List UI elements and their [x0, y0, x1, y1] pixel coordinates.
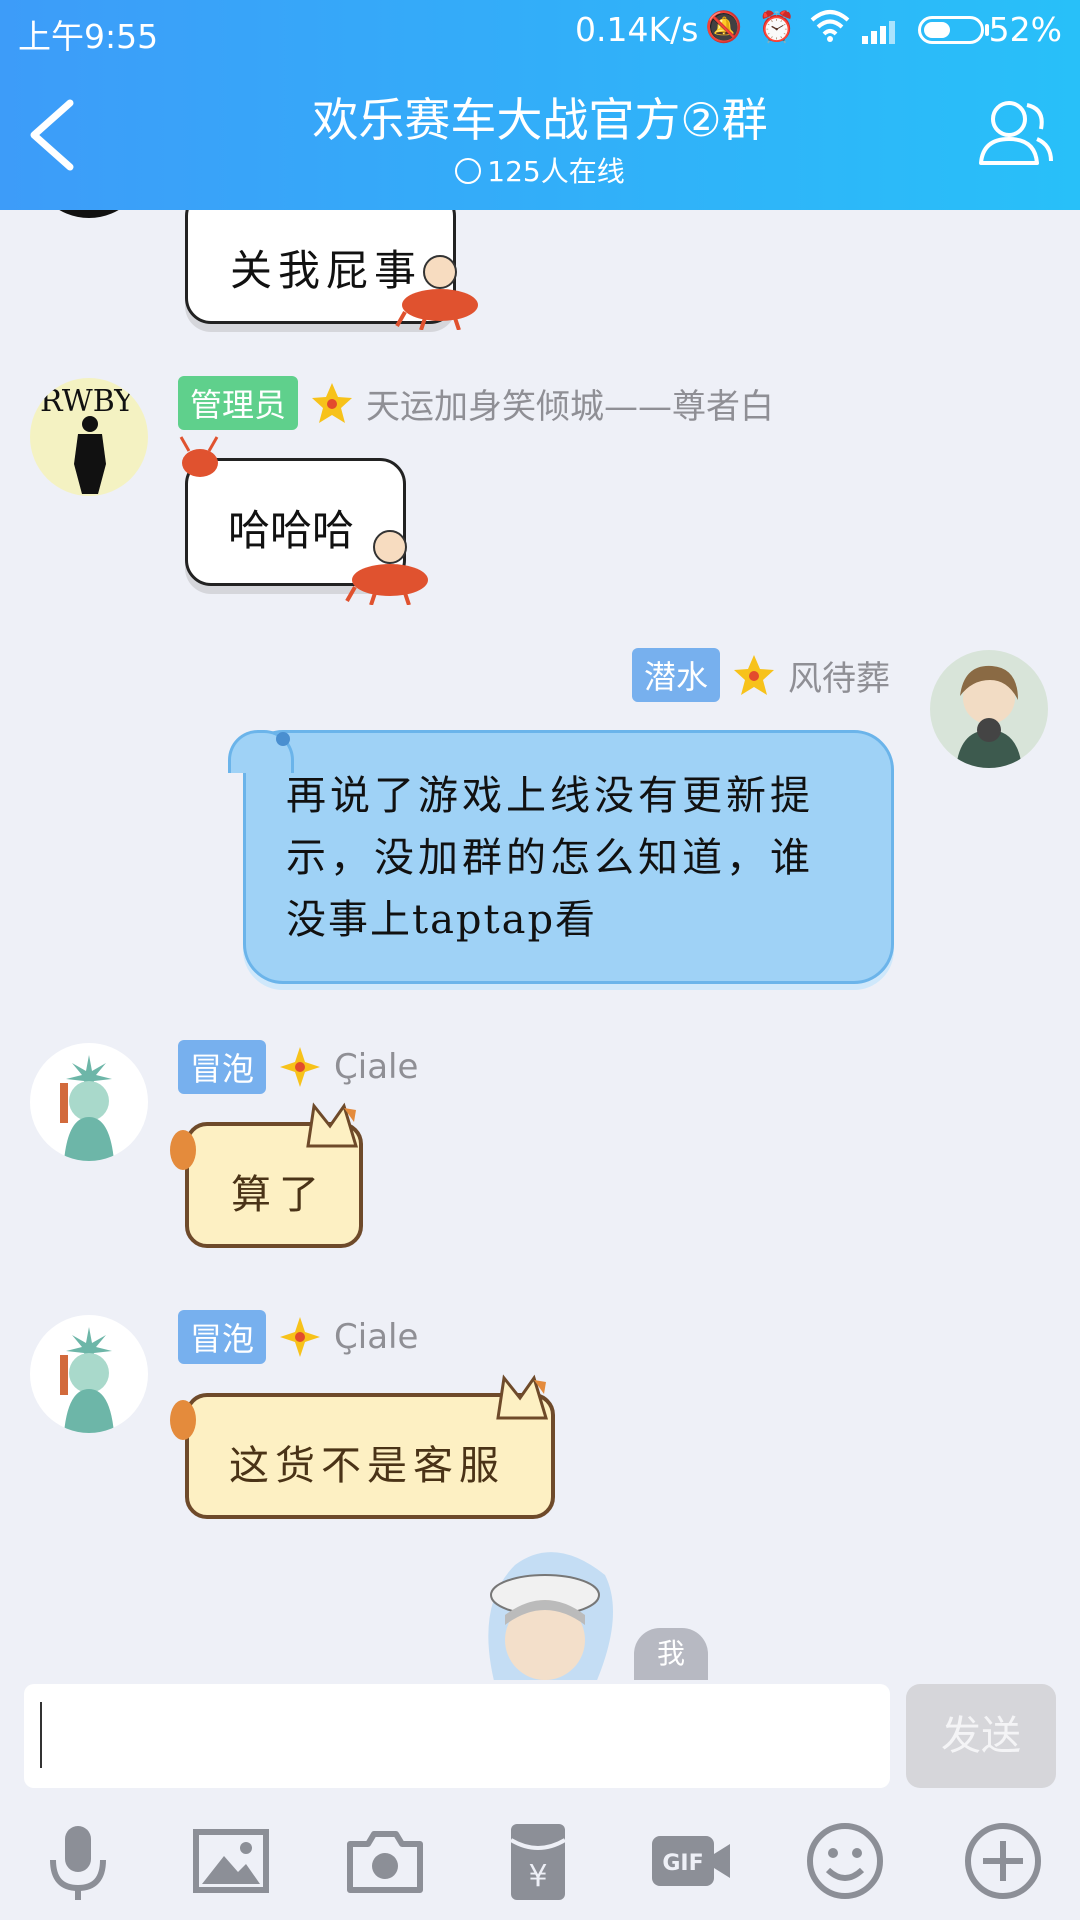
avatar[interactable] — [30, 1315, 148, 1433]
role-badge: 冒泡 — [178, 1040, 267, 1094]
send-button[interactable]: 发送 — [906, 1684, 1056, 1788]
message-input[interactable] — [24, 1684, 890, 1788]
shrimp-sticker-icon — [345, 530, 428, 605]
input-bar: 发送 — [0, 1680, 1080, 1810]
shrimp-head-sticker-icon — [179, 436, 219, 477]
message-list[interactable]: 关我屁事 RWBY 管理员 天运加身笑倾城——尊者白 哈哈哈 潜水 风待葬 再说… — [0, 210, 1080, 1680]
avatar[interactable] — [30, 210, 148, 218]
cat-tail — [170, 1400, 196, 1440]
avatar[interactable] — [30, 1043, 148, 1161]
diamond-star-icon — [280, 1047, 321, 1087]
camera-icon[interactable] — [340, 1816, 430, 1906]
role-badge: 冒泡 — [178, 1310, 267, 1364]
input-toolbar: ¥ GIF — [0, 1810, 1080, 1920]
message-text: 哈哈哈 — [228, 506, 355, 555]
sender-name[interactable]: 天运加身笑倾城——尊者白 — [366, 379, 774, 428]
chevron-down-icon — [455, 158, 482, 184]
emoji-icon[interactable] — [800, 1816, 890, 1906]
message-line: 示，没加群的怎么知道，谁 — [286, 835, 814, 881]
status-time: 上午9:55 — [18, 17, 159, 56]
battery-icon — [918, 16, 984, 44]
statue-of-liberty-avatar — [60, 1055, 114, 1161]
silhouette-figure — [74, 416, 106, 494]
star-icon — [312, 383, 353, 423]
status-bar: 上午9:55 0.14K/s 🔕 ⏰ 52% — [0, 0, 1080, 60]
sender-row: 潜水 风待葬 — [632, 648, 890, 702]
image-icon[interactable] — [186, 1816, 276, 1906]
svg-text:¥: ¥ — [528, 1859, 547, 1894]
self-label: 我 — [634, 1628, 708, 1680]
cat-tail — [170, 1130, 196, 1170]
text-cursor — [40, 1702, 42, 1768]
cat-ears-sticker-icon — [306, 1102, 359, 1148]
message-text: 关我屁事 — [230, 246, 423, 295]
wifi-icon — [810, 10, 850, 42]
dragon-character-sticker-icon — [488, 1552, 613, 1680]
group-title[interactable]: 欢乐赛车大战官方②群 — [0, 84, 1080, 150]
net-speed: 0.14K/s — [575, 10, 699, 49]
plus-icon[interactable] — [958, 1816, 1048, 1906]
sender-row: 冒泡 Çiale — [178, 1310, 418, 1364]
shrimp-sticker-icon — [395, 255, 478, 330]
signal-icon — [862, 21, 895, 44]
sender-name[interactable]: Çiale — [334, 1047, 418, 1087]
diamond-star-icon — [280, 1317, 321, 1357]
avatar[interactable]: RWBY — [30, 378, 148, 496]
bubble-dot — [276, 732, 290, 746]
star-icon — [734, 655, 775, 695]
role-badge: 潜水 — [632, 648, 721, 702]
message-line: 没事上taptap看 — [286, 897, 598, 943]
sender-row: 管理员 天运加身笑倾城——尊者白 — [178, 376, 774, 430]
sender-name[interactable]: Çiale — [334, 1317, 418, 1357]
online-count[interactable]: 125人在线 — [0, 150, 1080, 190]
alarm-icon: ⏰ — [758, 10, 796, 45]
gif-icon[interactable]: GIF — [646, 1816, 736, 1906]
message-text: 这货不是客服 — [229, 1443, 505, 1489]
online-count-label: 125人在线 — [487, 155, 625, 188]
svg-text:GIF: GIF — [662, 1851, 703, 1876]
red-packet-icon[interactable]: ¥ — [493, 1816, 583, 1906]
group-members-icon[interactable] — [975, 95, 1055, 175]
message-text: 算了 — [231, 1172, 327, 1218]
role-badge: 管理员 — [178, 376, 299, 430]
vibrate-mute-icon: 🔕 — [705, 10, 743, 45]
sender-name[interactable]: 风待葬 — [788, 651, 890, 700]
anime-character-avatar — [956, 665, 1022, 768]
battery-percent: 52% — [988, 10, 1062, 49]
sender-row: 冒泡 Çiale — [178, 1040, 418, 1094]
message-bubble[interactable]: 再说了游戏上线没有更新提 示，没加群的怎么知道，谁 没事上taptap看 — [243, 730, 894, 984]
statue-of-liberty-avatar — [60, 1327, 114, 1433]
header-bar: 上午9:55 0.14K/s 🔕 ⏰ 52% 欢乐赛车大战官方②群 125人在线 — [0, 0, 1080, 210]
avatar[interactable] — [930, 650, 1048, 768]
mic-icon[interactable] — [33, 1816, 123, 1906]
cat-ears-sticker-icon — [496, 1374, 549, 1420]
message-line: 再说了游戏上线没有更新提 — [286, 773, 814, 819]
